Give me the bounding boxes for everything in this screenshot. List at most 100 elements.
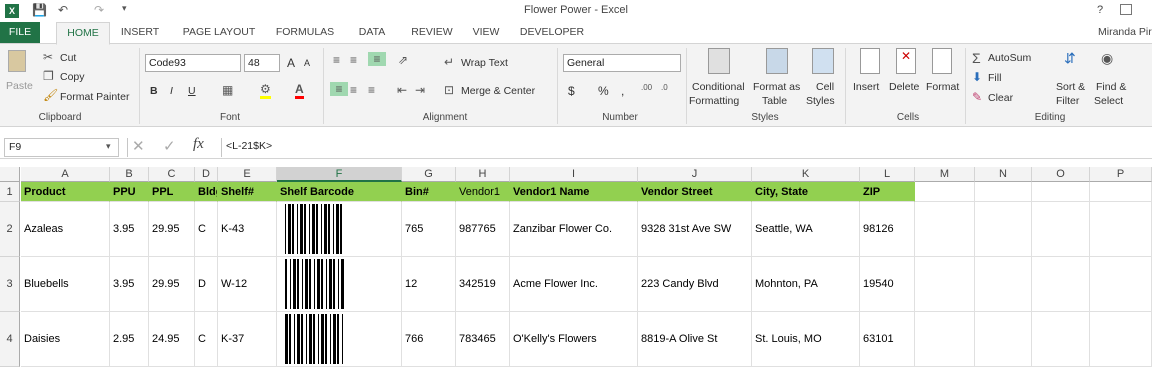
increase-decimal-icon[interactable]: .00 — [641, 83, 652, 92]
wrap-text-button[interactable]: Wrap Text — [461, 57, 508, 69]
bold-button[interactable]: B — [150, 85, 158, 97]
table-cell[interactable] — [277, 257, 402, 312]
table-cell[interactable]: 29.95 — [149, 257, 195, 312]
table-cell[interactable]: 19540 — [860, 257, 915, 312]
decrease-indent-icon[interactable]: ⇤ — [397, 83, 407, 97]
table-cell[interactable]: Mohnton, PA — [752, 257, 860, 312]
table-cell[interactable]: 24.95 — [149, 312, 195, 367]
fill-icon[interactable]: ⬇ — [972, 70, 982, 84]
table-cell[interactable]: C — [195, 202, 218, 257]
sort-filter-icon[interactable]: ⇵ — [1064, 50, 1076, 67]
tab-page-layout[interactable]: PAGE LAYOUT — [176, 22, 262, 44]
column-header-o[interactable]: O — [1032, 167, 1090, 182]
align-middle-icon[interactable]: ≡ — [350, 53, 357, 67]
merge-icon[interactable]: ⊡ — [444, 83, 454, 97]
table-cell[interactable]: 8819-A Olive St — [638, 312, 752, 367]
table-cell[interactable]: K-37 — [218, 312, 277, 367]
fill-button[interactable]: Fill — [988, 72, 1001, 84]
table-cell[interactable]: 3.95 — [110, 202, 149, 257]
table-cell[interactable]: C — [195, 312, 218, 367]
insert-cells-button[interactable]: Insert — [853, 81, 879, 93]
align-top-icon[interactable]: ≡ — [333, 53, 340, 67]
table-cell[interactable]: 63101 — [860, 312, 915, 367]
ribbon-display-icon[interactable] — [1120, 4, 1132, 15]
table-cell[interactable]: 765 — [402, 202, 456, 257]
wrap-text-icon[interactable]: ↵ — [444, 55, 454, 69]
table-cell[interactable]: W-12 — [218, 257, 277, 312]
grow-font-button[interactable]: A — [287, 56, 295, 70]
number-format-select[interactable]: General — [563, 54, 681, 72]
copy-icon[interactable]: ❐ — [43, 69, 54, 83]
orientation-icon[interactable]: ⇗ — [398, 53, 408, 67]
column-header-c[interactable]: C — [149, 167, 195, 182]
cancel-icon[interactable]: ✕ — [132, 137, 145, 155]
table-cell[interactable] — [1090, 257, 1152, 312]
autosum-button[interactable]: AutoSum — [988, 52, 1031, 64]
tab-data[interactable]: DATA — [350, 22, 394, 44]
conditional-formatting-icon[interactable] — [708, 48, 730, 74]
table-cell[interactable]: D — [195, 257, 218, 312]
help-icon[interactable]: ? — [1097, 4, 1103, 16]
copy-button[interactable]: Copy — [60, 71, 85, 83]
tab-insert[interactable]: INSERT — [116, 22, 164, 44]
font-color-icon[interactable]: A — [295, 82, 304, 99]
select-all-corner[interactable] — [0, 167, 20, 182]
paste-button[interactable]: Paste — [6, 80, 33, 92]
header-cell[interactable]: Vendor1 Name — [510, 182, 638, 202]
percent-button[interactable]: % — [598, 84, 609, 98]
header-cell[interactable] — [975, 182, 1032, 202]
column-header-i[interactable]: I — [510, 167, 638, 182]
table-cell[interactable] — [975, 257, 1032, 312]
name-box-dropdown-icon[interactable]: ▾ — [106, 141, 111, 152]
column-header-k[interactable]: K — [752, 167, 860, 182]
table-cell[interactable]: 342519 — [456, 257, 510, 312]
header-cell[interactable]: Vendor1 — [456, 182, 510, 202]
table-cell[interactable]: St. Louis, MO — [752, 312, 860, 367]
header-cell[interactable]: Vendor Street — [638, 182, 752, 202]
header-cell[interactable]: ZIP — [860, 182, 915, 202]
header-cell[interactable]: Product — [21, 182, 110, 202]
table-cell[interactable]: 98126 — [860, 202, 915, 257]
delete-cells-icon[interactable]: ✕ — [896, 48, 916, 74]
header-cell[interactable]: Bldg — [195, 182, 218, 202]
column-header-a[interactable]: A — [21, 167, 110, 182]
currency-button[interactable]: $ — [568, 84, 575, 98]
tab-formulas[interactable]: FORMULAS — [270, 22, 340, 44]
comma-button[interactable]: , — [621, 84, 624, 98]
column-header-n[interactable]: N — [975, 167, 1032, 182]
table-cell[interactable] — [277, 312, 402, 367]
underline-button[interactable]: U — [188, 85, 196, 97]
tab-file[interactable]: FILE — [0, 22, 40, 44]
tab-review[interactable]: REVIEW — [406, 22, 458, 44]
header-cell[interactable]: PPU — [110, 182, 149, 202]
italic-button[interactable]: I — [170, 85, 173, 97]
shrink-font-button[interactable]: A — [304, 58, 310, 68]
align-bottom-icon[interactable]: ≡ — [368, 52, 386, 66]
table-cell[interactable]: 987765 — [456, 202, 510, 257]
column-header-e[interactable]: E — [218, 167, 277, 182]
table-cell[interactable]: 2.95 — [110, 312, 149, 367]
format-cells-button[interactable]: Format — [926, 81, 959, 93]
table-cell[interactable] — [1090, 312, 1152, 367]
table-cell[interactable]: 9328 31st Ave SW — [638, 202, 752, 257]
table-cell[interactable] — [975, 312, 1032, 367]
table-cell[interactable]: Zanzibar Flower Co. — [510, 202, 638, 257]
column-header-p[interactable]: P — [1090, 167, 1152, 182]
format-cells-icon[interactable] — [932, 48, 952, 74]
table-cell[interactable]: Azaleas — [21, 202, 110, 257]
insert-function-icon[interactable]: fx — [193, 136, 204, 153]
column-header-l[interactable]: L — [860, 167, 915, 182]
format-as-table-button[interactable]: Format as — [753, 81, 800, 93]
clear-icon[interactable]: ✎ — [972, 90, 982, 104]
table-cell[interactable]: 223 Candy Blvd — [638, 257, 752, 312]
name-box[interactable]: F9 — [4, 138, 119, 157]
column-header-j[interactable]: J — [638, 167, 752, 182]
table-cell[interactable] — [277, 202, 402, 257]
binoculars-icon[interactable]: ◉ — [1101, 50, 1113, 67]
table-cell[interactable] — [1032, 202, 1090, 257]
align-right-icon[interactable]: ≡ — [368, 83, 375, 97]
column-header-h[interactable]: H — [456, 167, 510, 182]
cell-styles-button[interactable]: Cell — [816, 81, 834, 93]
header-cell[interactable] — [915, 182, 975, 202]
find-select-button[interactable]: Find & — [1096, 81, 1126, 93]
